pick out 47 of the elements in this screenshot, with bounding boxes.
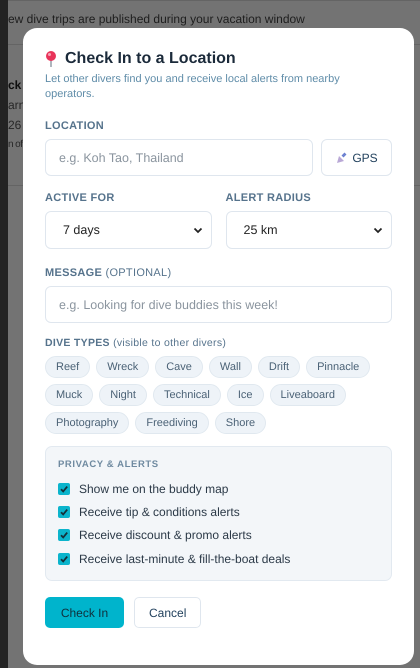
dive-type-chip[interactable]: Shore — [214, 412, 266, 434]
section-title: PRIVACY & ALERTS — [58, 459, 160, 470]
dropdown-field[interactable]: 7 days — [45, 211, 212, 249]
card-text: n of — [8, 138, 22, 152]
field-label: MESSAGE (OPTIONAL) — [45, 267, 172, 279]
checkbox[interactable] — [58, 552, 70, 565]
dive-type-chip[interactable]: Cave — [155, 356, 203, 378]
cancel-button[interactable]: Cancel — [134, 597, 201, 628]
dive-type-chip[interactable]: Pinnacle — [306, 356, 370, 378]
pin-icon — [45, 50, 57, 68]
dive-type-chip[interactable]: Drift — [258, 356, 300, 378]
check-icon — [59, 506, 69, 517]
dive-type-chip[interactable]: Night — [99, 384, 147, 406]
check-icon — [59, 554, 69, 564]
checkbox-label: Receive last-minute & fill-the-boat deals — [79, 552, 290, 566]
chevron-down-icon — [192, 226, 202, 234]
checkbox-label: Receive discount & promo alerts — [79, 528, 252, 542]
field-label: DIVE TYPES (visible to other divers) — [45, 337, 228, 349]
dive-type-chip[interactable]: Muck — [45, 384, 94, 406]
field-label: LOCATION — [45, 120, 106, 132]
dive-type-chip[interactable]: Wreck — [96, 356, 150, 378]
field-label: ACTIVE FOR — [45, 192, 116, 204]
checkbox-label: Show me on the buddy map — [79, 482, 228, 496]
location-field[interactable]: e.g. Koh Tao, Thailand — [45, 139, 313, 176]
gps-button[interactable]: GPS — [321, 139, 392, 176]
check-icon — [59, 484, 69, 494]
dive-type-chip[interactable]: Photography — [45, 412, 130, 434]
card-text: 26 — [8, 117, 22, 134]
dive-type-chip[interactable]: Technical — [152, 384, 221, 406]
dive-type-chip[interactable]: Wall — [208, 356, 252, 378]
check-in-button[interactable]: Check In — [45, 597, 124, 628]
dropdown-field[interactable]: 25 km — [226, 211, 392, 249]
checkbox[interactable] — [58, 482, 70, 495]
message-field[interactable]: e.g. Looking for dive buddies this week! — [45, 286, 392, 323]
chevron-down-icon — [373, 226, 383, 234]
dive-type-chip[interactable]: Reef — [45, 356, 90, 378]
dive-type-chip[interactable]: Ice — [226, 384, 264, 406]
checkbox[interactable] — [58, 529, 70, 542]
checkbox[interactable] — [58, 506, 70, 518]
check-icon — [59, 530, 69, 540]
checkbox-label: Receive tip & conditions alerts — [79, 504, 240, 519]
dialog-title: Check In to a Location — [65, 50, 236, 68]
dive-type-chip[interactable]: Liveaboard — [270, 384, 346, 406]
field-label: ALERT RADIUS — [226, 192, 312, 204]
dialog-subtitle: Let other divers find you and receive local alerts from nearby operators. — [45, 72, 341, 102]
dive-type-chip[interactable]: Freediving — [135, 412, 209, 434]
card-text: ck — [8, 77, 22, 94]
